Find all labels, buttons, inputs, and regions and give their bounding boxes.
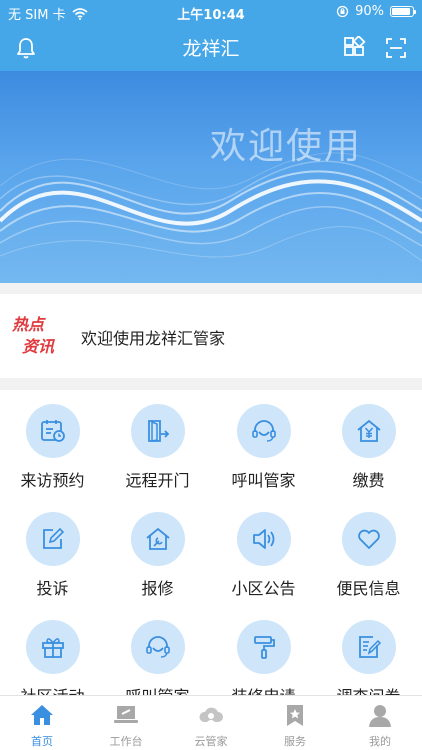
tab-label: 云管家 <box>194 735 228 748</box>
tab-label: 首页 <box>31 735 53 748</box>
calendar-clock-icon <box>41 420 65 442</box>
tab-label: 工作台 <box>109 735 143 748</box>
headset-icon <box>252 420 276 442</box>
gift-icon <box>42 638 64 658</box>
grid-item-label: 装修申请 <box>211 683 316 695</box>
grid-item-icon-bg <box>131 512 185 566</box>
home-icon <box>31 705 53 725</box>
cloud-butler-icon <box>199 707 223 722</box>
grid-item-icon-bg <box>342 620 396 674</box>
grid-item-label: 调查问卷 <box>316 683 421 695</box>
tab-label: 服务 <box>284 735 306 748</box>
user-icon <box>369 705 391 727</box>
tab-services[interactable]: 服务 <box>253 696 337 750</box>
grid-item-convenience-info[interactable]: 便民信息 <box>316 498 421 606</box>
rotation-lock-icon <box>336 5 349 18</box>
grid-item-label: 呼叫管家 <box>105 683 210 695</box>
bookmark-star-icon <box>287 705 303 726</box>
repair-house-icon <box>146 527 170 550</box>
grid-item-label: 呼叫管家 <box>231 471 296 490</box>
scan-icon[interactable] <box>384 36 408 60</box>
hot-news-tag-line2: 资讯 <box>22 337 55 356</box>
grid-item-icon-bg <box>237 512 291 566</box>
news-strip[interactable]: 热点 资讯 欢迎使用龙祥汇管家 <box>0 294 422 378</box>
survey-icon <box>359 636 382 658</box>
status-bar: 无 SIM 卡 上午10:44 90% <box>0 0 422 24</box>
grid-item-icon-bg <box>26 512 80 566</box>
yen-house-icon <box>357 419 381 442</box>
service-grid: 来访预约 远程开门 呼叫管家 缴费 投诉 报修 小区公告 便民信息 <box>0 390 422 695</box>
paint-roller-icon <box>254 636 275 659</box>
grid-item-community-events[interactable]: 社区活动 <box>0 606 105 695</box>
battery-percent: 90% <box>355 4 384 19</box>
grid-item-icon-bg <box>342 404 396 458</box>
tab-workbench[interactable]: 工作台 <box>84 696 168 750</box>
grid-item-visit-booking[interactable]: 来访预约 <box>0 390 105 498</box>
hot-news-tag: 热点 资讯 <box>12 314 62 358</box>
status-right: 90% <box>336 4 416 19</box>
grid-item-label: 来访预约 <box>20 471 85 490</box>
banner-wave-graphic <box>0 152 422 262</box>
app-screen: 无 SIM 卡 上午10:44 90% 龙祥汇 欢迎使用 热点 资讯 欢迎使用龙… <box>0 0 422 750</box>
battery-icon <box>390 6 416 17</box>
tab-label: 我的 <box>369 735 391 748</box>
grid-item-icon-bg <box>131 404 185 458</box>
tab-mine[interactable]: 我的 <box>338 696 422 750</box>
tab-cloud-butler[interactable]: 云管家 <box>169 696 253 750</box>
headset-icon <box>146 636 170 658</box>
news-headline[interactable]: 欢迎使用龙祥汇管家 <box>81 325 225 349</box>
edit-icon <box>43 527 65 549</box>
grid-item-label: 小区公告 <box>231 579 296 598</box>
speaker-icon <box>253 529 275 549</box>
grid-item-label: 远程开门 <box>125 471 190 490</box>
grid-item-call-butler-2[interactable]: 呼叫管家 <box>105 606 210 695</box>
grid-item-call-butler[interactable]: 呼叫管家 <box>211 390 316 498</box>
top-bar: 无 SIM 卡 上午10:44 90% 龙祥汇 <box>0 0 422 71</box>
apps-grid-icon[interactable] <box>342 36 366 60</box>
grid-item-label: 缴费 <box>352 471 385 490</box>
laptop-icon <box>114 706 138 723</box>
grid-item-icon-bg <box>26 620 80 674</box>
grid-item-repair[interactable]: 报修 <box>105 498 210 606</box>
grid-item-survey[interactable]: 调查问卷 <box>316 606 421 695</box>
grid-item-renovation-request[interactable]: 装修申请 <box>211 606 316 695</box>
grid-item-icon-bg <box>26 404 80 458</box>
grid-item-icon-bg <box>342 512 396 566</box>
grid-item-remote-open[interactable]: 远程开门 <box>105 390 210 498</box>
grid-item-icon-bg <box>237 620 291 674</box>
grid-item-announcement[interactable]: 小区公告 <box>211 498 316 606</box>
hot-news-tag-line1: 热点 <box>12 315 45 334</box>
grid-item-icon-bg <box>237 404 291 458</box>
welcome-banner[interactable]: 欢迎使用 <box>0 71 422 283</box>
grid-item-label: 报修 <box>141 579 174 598</box>
remote-door-icon <box>148 420 170 442</box>
bottom-tab-bar: 首页 工作台 云管家 服务 我的 <box>0 695 422 750</box>
grid-item-complaint[interactable]: 投诉 <box>0 498 105 606</box>
grid-item-label: 便民信息 <box>336 579 401 598</box>
grid-item-label: 投诉 <box>36 579 69 598</box>
tab-home[interactable]: 首页 <box>0 696 84 750</box>
grid-item-label: 社区活动 <box>0 683 105 695</box>
grid-item-payment[interactable]: 缴费 <box>316 390 421 498</box>
grid-item-icon-bg <box>131 620 185 674</box>
heart-icon <box>358 529 380 549</box>
banner-title: 欢迎使用 <box>210 126 363 167</box>
